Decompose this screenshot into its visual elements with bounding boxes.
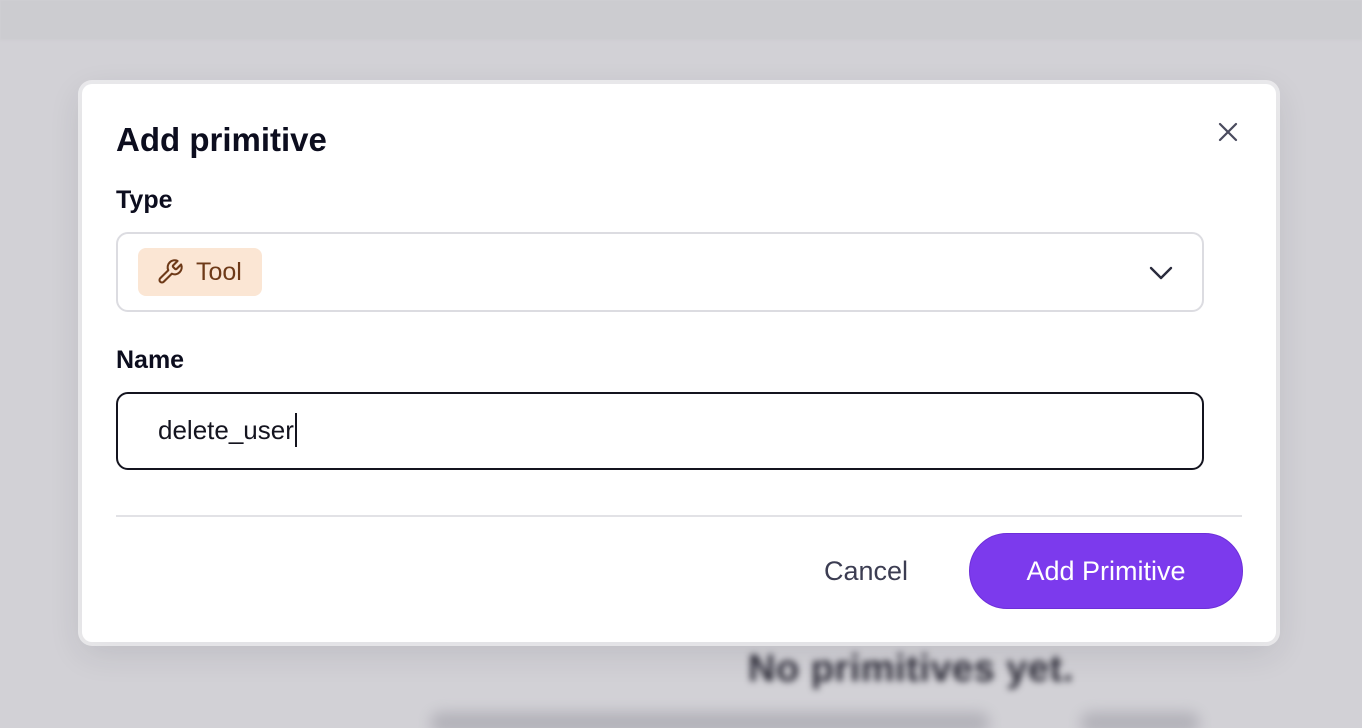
add-primitive-button[interactable]: Add Primitive bbox=[969, 533, 1243, 609]
blurred-hint-text bbox=[1080, 712, 1200, 728]
text-caret bbox=[294, 413, 297, 448]
cancel-button[interactable]: Cancel bbox=[798, 536, 934, 606]
blurred-hint-text bbox=[430, 712, 990, 728]
wrench-icon bbox=[156, 258, 184, 286]
dialog-title: Add primitive bbox=[116, 121, 327, 158]
close-icon bbox=[1218, 122, 1238, 142]
footer-divider bbox=[116, 515, 1242, 517]
type-select[interactable]: Tool bbox=[116, 232, 1204, 312]
type-label: Type bbox=[116, 186, 173, 214]
app-header-blurred bbox=[0, 0, 1362, 40]
name-input-text: delete_user bbox=[158, 415, 294, 445]
chevron-down-icon bbox=[1146, 258, 1176, 288]
name-input[interactable]: delete_user bbox=[116, 392, 1204, 470]
empty-state-text: No primitives yet. bbox=[748, 648, 1074, 690]
add-primitive-dialog: Add primitive Type Tool Name delete_user… bbox=[82, 84, 1276, 642]
name-input-value: delete_user bbox=[158, 413, 297, 448]
type-chip: Tool bbox=[138, 248, 262, 296]
type-chip-label: Tool bbox=[196, 257, 242, 286]
name-label: Name bbox=[116, 346, 185, 374]
close-button[interactable] bbox=[1212, 116, 1244, 148]
